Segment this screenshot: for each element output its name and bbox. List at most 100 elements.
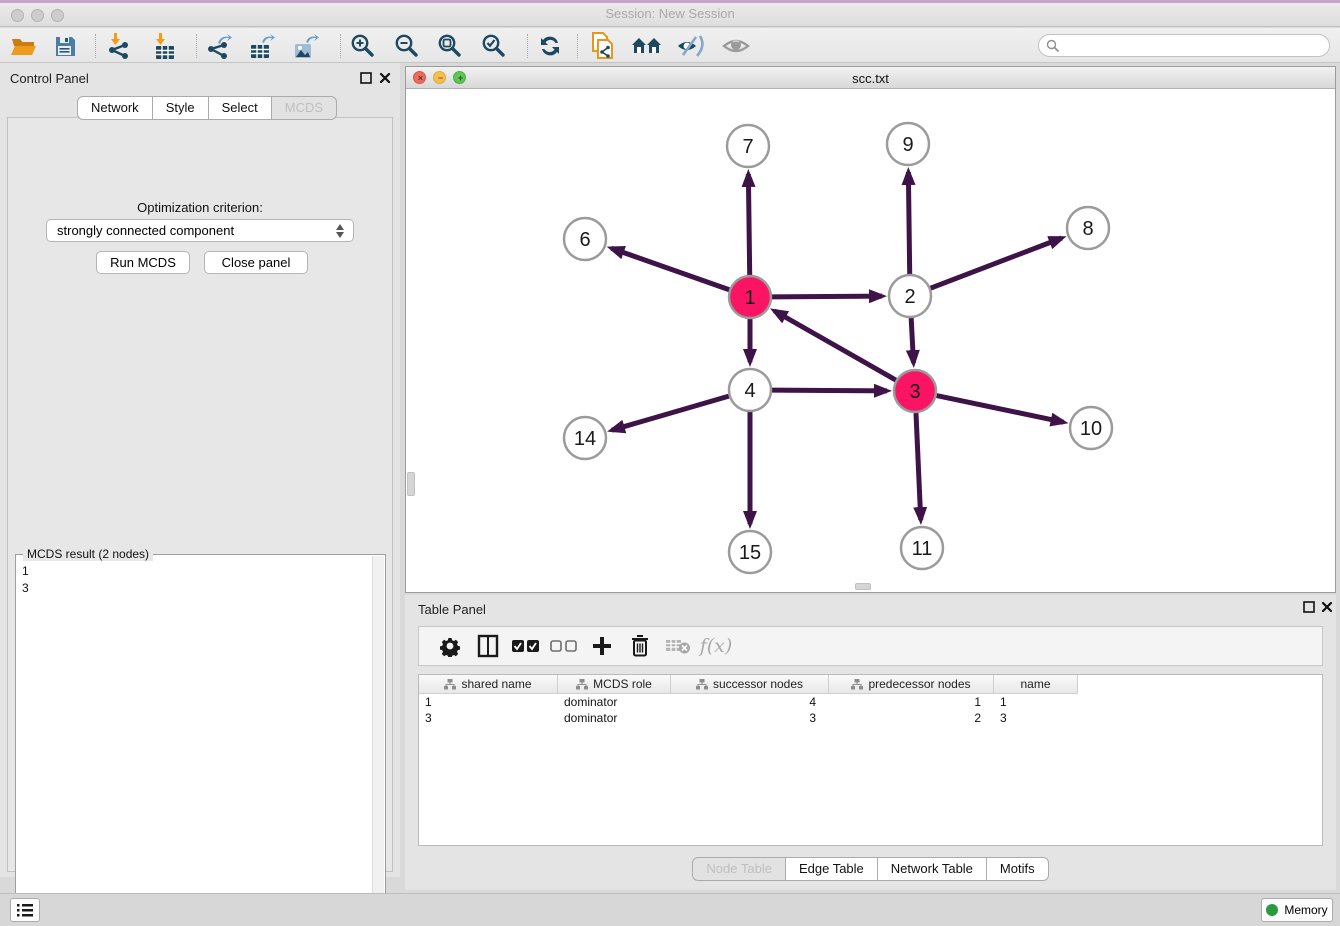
- table-cell[interactable]: dominator: [558, 710, 671, 726]
- node-label-11: 11: [912, 538, 933, 560]
- table-close-panel-icon[interactable]: [1321, 601, 1334, 614]
- close-panel-icon[interactable]: [379, 72, 392, 85]
- select-all-icon[interactable]: [507, 631, 545, 661]
- table-cell[interactable]: 1: [994, 694, 1078, 710]
- column-header-label: shared name: [461, 677, 531, 691]
- edge-3-1[interactable]: [774, 311, 896, 380]
- run-mcds-button[interactable]: Run MCDS: [96, 251, 190, 274]
- titlebar-accent: [0, 0, 1340, 3]
- edge-2-3[interactable]: [911, 318, 913, 363]
- open-file-icon[interactable]: [5, 31, 41, 61]
- search-box[interactable]: [1038, 34, 1330, 57]
- tab-edge-table[interactable]: Edge Table: [786, 857, 878, 881]
- edge-2-8[interactable]: [931, 238, 1062, 288]
- table-row[interactable]: 1dominator411: [419, 694, 1078, 710]
- add-column-icon[interactable]: [583, 631, 621, 661]
- tab-select[interactable]: Select: [209, 96, 272, 120]
- table-row[interactable]: 3dominator323: [419, 710, 1078, 726]
- edge-3-11[interactable]: [916, 413, 921, 520]
- toolbar-separator: [95, 34, 96, 58]
- tab-network[interactable]: Network: [77, 96, 153, 120]
- table-body[interactable]: 1dominator4113dominator323: [419, 694, 1078, 726]
- save-session-icon[interactable]: [47, 31, 83, 61]
- apply-layout-icon[interactable]: [532, 31, 568, 61]
- show-all-icon[interactable]: [629, 31, 665, 61]
- node-table[interactable]: shared name MCDS rolesuccessor nodes prede…: [418, 674, 1323, 846]
- tab-motifs[interactable]: Motifs: [987, 857, 1049, 881]
- tab-style[interactable]: Style: [153, 96, 209, 120]
- delete-table-icon[interactable]: [659, 631, 697, 661]
- table-tabs: Node TableEdge TableNetwork TableMotifs: [405, 857, 1336, 881]
- zoom-out-icon[interactable]: [389, 31, 425, 61]
- export-image-icon[interactable]: [288, 31, 324, 61]
- zoom-in-icon[interactable]: [345, 31, 381, 61]
- table-options-icon[interactable]: [431, 631, 469, 661]
- table-cell[interactable]: 4: [671, 694, 829, 710]
- column-header-shared-name[interactable]: shared name: [419, 675, 558, 694]
- column-header-MCDS-role[interactable]: MCDS role: [558, 675, 671, 694]
- table-cell[interactable]: 2: [829, 710, 994, 726]
- column-header-label: name: [1020, 677, 1050, 691]
- node-label-4: 4: [744, 380, 755, 402]
- zoom-selected-icon[interactable]: [476, 31, 512, 61]
- mcds-result-scrollbar[interactable]: [372, 556, 384, 926]
- column-browser-icon[interactable]: [469, 631, 507, 661]
- edge-1-2[interactable]: [772, 296, 882, 297]
- edge-4-3[interactable]: [772, 390, 887, 391]
- edge-1-6[interactable]: [611, 248, 729, 289]
- mcds-panel: Optimization criterion: strongly connect…: [7, 117, 393, 872]
- tab-node-table[interactable]: Node Table: [692, 857, 786, 881]
- edge-3-10[interactable]: [937, 396, 1064, 423]
- table-cell[interactable]: 1: [419, 694, 558, 710]
- column-type-icon: [851, 679, 863, 690]
- dropdown-stepper-icon: [335, 223, 346, 239]
- import-network-icon[interactable]: [101, 31, 137, 61]
- table-cell[interactable]: 3: [994, 710, 1078, 726]
- close-panel-button[interactable]: Close panel: [204, 251, 308, 274]
- criterion-dropdown[interactable]: strongly connected component: [46, 219, 354, 242]
- column-header-successor-nodes[interactable]: successor nodes: [671, 675, 829, 694]
- table-cell[interactable]: dominator: [558, 694, 671, 710]
- toolbar-separator: [577, 34, 578, 58]
- table-cell[interactable]: 1: [829, 694, 994, 710]
- memory-label: Memory: [1284, 903, 1327, 917]
- node-label-10: 10: [1080, 418, 1102, 440]
- export-table-icon[interactable]: [244, 31, 280, 61]
- vertical-scrollbar-thumb[interactable]: [407, 472, 415, 496]
- control-panel-header: Control Panel: [0, 63, 400, 93]
- table-cell[interactable]: 3: [671, 710, 829, 726]
- export-network-icon[interactable]: [201, 31, 237, 61]
- network-window-titlebar[interactable]: × − + scc.txt: [406, 67, 1335, 89]
- search-input[interactable]: [1060, 37, 1329, 55]
- table-float-panel-icon[interactable]: [1303, 601, 1316, 614]
- memory-button[interactable]: Memory: [1261, 898, 1333, 922]
- tab-network-table[interactable]: Network Table: [878, 857, 987, 881]
- search-icon: [1046, 39, 1060, 53]
- edge-1-7[interactable]: [748, 174, 749, 275]
- column-header-name[interactable]: name: [994, 675, 1078, 694]
- task-history-button[interactable]: [10, 898, 40, 922]
- edge-2-9[interactable]: [908, 172, 909, 274]
- deselect-all-icon[interactable]: [545, 631, 583, 661]
- node-label-3: 3: [909, 381, 920, 403]
- edge-4-14[interactable]: [612, 396, 729, 430]
- node-label-15: 15: [739, 542, 761, 564]
- tab-mcds[interactable]: MCDS: [272, 96, 337, 120]
- delete-column-icon[interactable]: [621, 631, 659, 661]
- table-cell[interactable]: 3: [419, 710, 558, 726]
- open-browser-icon[interactable]: [585, 31, 621, 61]
- import-table-icon[interactable]: [146, 31, 182, 61]
- column-type-icon: [444, 679, 456, 690]
- hide-selected-icon[interactable]: [673, 31, 709, 61]
- mcds-result-line: 3: [22, 580, 29, 597]
- column-header-label: predecessor nodes: [868, 677, 970, 691]
- zoom-fit-icon[interactable]: [432, 31, 468, 61]
- table-toolbar: f(x): [418, 626, 1323, 666]
- horizontal-scrollbar-thumb[interactable]: [855, 583, 871, 590]
- column-header-predecessor-nodes[interactable]: predecessor nodes: [829, 675, 994, 694]
- network-canvas[interactable]: 7968124314101511: [406, 89, 1335, 592]
- table-header-row[interactable]: shared name MCDS rolesuccessor nodes prede…: [419, 675, 1078, 694]
- float-panel-icon[interactable]: [360, 72, 373, 85]
- main-toolbar: [0, 28, 1340, 63]
- show-hidden-icon[interactable]: [718, 31, 754, 61]
